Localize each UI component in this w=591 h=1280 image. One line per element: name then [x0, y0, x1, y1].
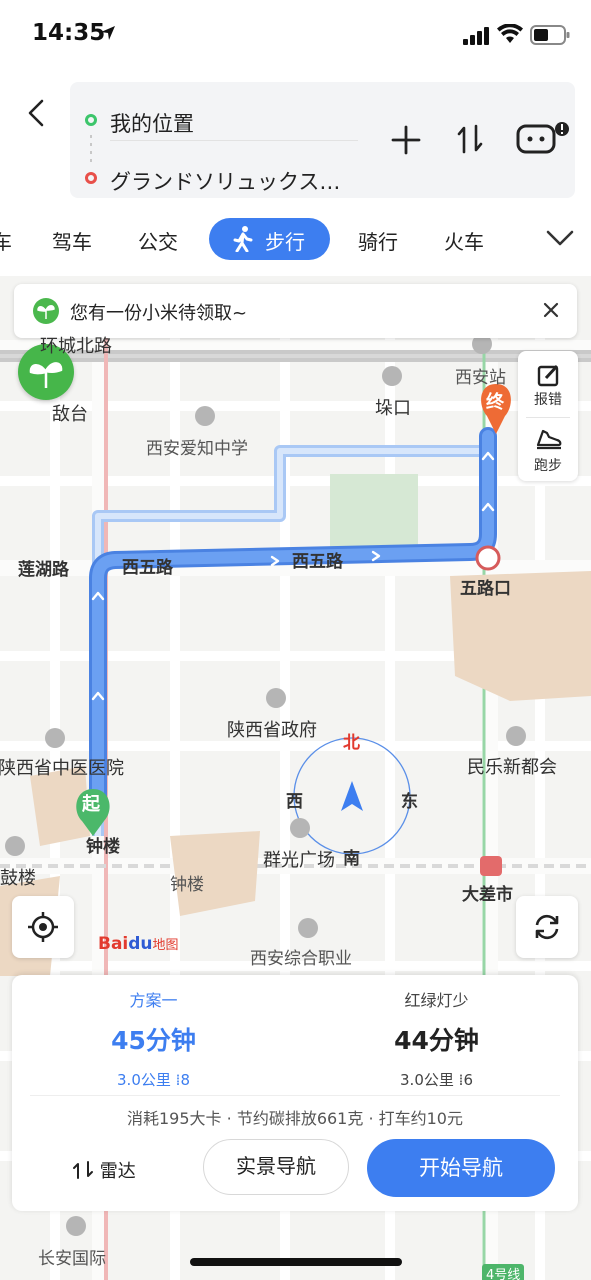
ar-navigation-button[interactable]: 实景导航 — [203, 1139, 349, 1195]
crosshair-icon — [28, 912, 58, 942]
map-label-school: 西安爱知中学 — [146, 439, 248, 459]
radar-icon — [73, 1161, 93, 1179]
compass-west: 西 — [286, 792, 303, 812]
divider — [30, 1095, 560, 1096]
radar-label: 雷达 — [99, 1161, 136, 1182]
route-stats: 消耗195大卡 · 节约碳排放661克 · 打车约10元 — [127, 1109, 463, 1128]
map-label-poi: 大差市 — [462, 885, 513, 905]
compass-east: 东 — [401, 792, 418, 812]
report-error-icon[interactable] — [537, 363, 561, 387]
map-label-road: 西五路 — [122, 558, 173, 578]
metro-line-label: 4号线 — [482, 1264, 525, 1280]
tab-walk[interactable]: 步行 — [209, 218, 330, 260]
plan-duration: 44分钟 — [394, 1026, 479, 1055]
run-label[interactable]: 跑步 — [518, 455, 578, 475]
map-label-poi: 鼓楼 — [0, 868, 36, 889]
map-label-poi: 钟楼 — [170, 875, 204, 895]
destination-dot-icon — [85, 172, 97, 184]
chevron-down-icon[interactable] — [546, 228, 574, 248]
map-label-poi: 陕西省政府 — [227, 720, 317, 741]
route-input-box: 我的位置 グランドソリュックス… — [70, 82, 575, 198]
start-marker-label: 起 — [82, 794, 100, 815]
status-bar: 14:35 — [0, 0, 591, 72]
walking-icon — [233, 226, 253, 252]
plan-option-1[interactable]: 方案一 45分钟 3.0公里 ⁞8 — [12, 987, 295, 1090]
cellular-signal-icon — [463, 27, 489, 45]
map-label-junction: 五路口 — [460, 579, 511, 599]
map-label-poi: 陕西省中医医院 — [0, 758, 124, 779]
plan-name: 方案一 — [129, 991, 178, 1010]
reward-banner[interactable]: 您有一份小米待领取~ — [14, 284, 577, 338]
origin-field[interactable]: 我的位置 — [110, 108, 194, 138]
divider — [110, 140, 358, 141]
compass-north: 北 — [343, 733, 360, 753]
map-label-poi: 群光广场 — [263, 850, 335, 871]
map-label-poi: 民乐新都会 — [467, 757, 557, 778]
plan-name: 红绿灯少 — [404, 991, 469, 1010]
battery-icon — [530, 25, 570, 45]
tab-walk-label: 步行 — [265, 230, 305, 254]
radar-button[interactable]: 雷达 — [72, 1157, 136, 1183]
back-arrow-icon[interactable] — [22, 98, 52, 128]
baidu-logo: Baidu地图 — [98, 934, 179, 954]
tab-drive[interactable]: 驾车 — [52, 226, 92, 255]
map-label-poi: 钟楼 — [86, 837, 120, 857]
destination-field[interactable]: グランドソリュックス… — [110, 166, 340, 196]
tab-bike[interactable]: 骑行 — [358, 226, 398, 255]
map-label-tower: 敌台 — [52, 404, 88, 425]
start-navigation-button[interactable]: 开始导航 — [367, 1139, 555, 1197]
tab-transit[interactable]: 公交 — [138, 226, 178, 255]
tab-partial[interactable]: 车 — [0, 226, 12, 255]
locate-me-button[interactable] — [12, 896, 74, 958]
end-marker-label: 终 — [486, 392, 504, 413]
status-time: 14:35 — [32, 20, 106, 46]
travel-mode-tabs: 车 驾车 公交 步行 骑行 火车 — [0, 202, 591, 276]
tab-train[interactable]: 火车 — [444, 226, 484, 255]
home-indicator[interactable] — [190, 1258, 402, 1266]
banner-text: 您有一份小米待领取~ — [70, 303, 248, 324]
refresh-icon — [535, 914, 559, 940]
divider — [526, 417, 570, 418]
origin-dot-icon — [85, 114, 97, 126]
map-label-station: 西安站 — [455, 368, 506, 388]
map-label-tower: 垛口 — [375, 398, 411, 419]
map-side-panel: 报错 跑步 — [518, 351, 578, 481]
swap-route-icon[interactable] — [455, 122, 485, 156]
location-arrow-icon — [101, 26, 115, 40]
compass-south: 南 — [343, 849, 360, 869]
map-label-road: 西五路 — [292, 552, 343, 572]
voice-assistant-icon[interactable] — [515, 119, 571, 159]
map-label-poi: 西安综合职业 — [250, 949, 352, 969]
close-icon[interactable] — [541, 300, 561, 320]
plan-meta: 3.0公里 ⁞6 — [400, 1071, 473, 1089]
map-label-road: 环城北路 — [40, 336, 112, 357]
wifi-icon — [497, 24, 523, 43]
plan-meta: 3.0公里 ⁞8 — [117, 1071, 190, 1089]
route-summary-card: 方案一 45分钟 3.0公里 ⁞8 红绿灯少 44分钟 3.0公里 ⁞6 消耗1… — [12, 975, 578, 1211]
running-shoe-icon[interactable] — [535, 427, 563, 451]
add-waypoint-icon[interactable] — [390, 124, 422, 156]
sprout-icon — [33, 298, 59, 324]
route-header: 我的位置 グランドソリュックス… — [0, 72, 591, 202]
refresh-button[interactable] — [516, 896, 578, 958]
plan-duration: 45分钟 — [111, 1026, 196, 1055]
plan-option-2[interactable]: 红绿灯少 44分钟 3.0公里 ⁞6 — [295, 987, 578, 1090]
map-label-poi: 长安国际 — [38, 1249, 106, 1269]
map-label-road: 莲湖路 — [18, 560, 69, 580]
report-error-label[interactable]: 报错 — [518, 389, 578, 409]
